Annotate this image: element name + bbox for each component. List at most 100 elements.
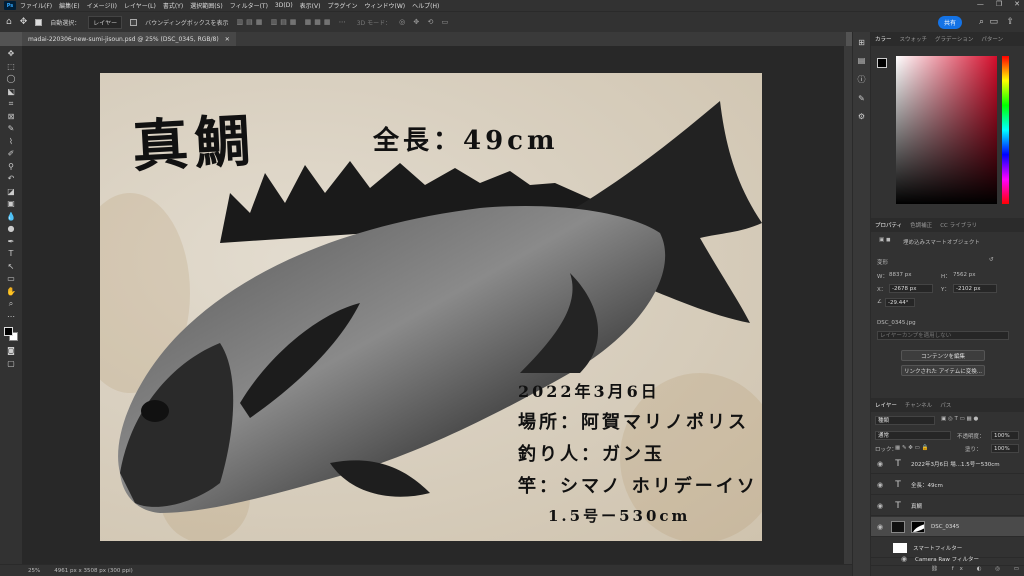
lock-icons[interactable]: ▦ ✎ ✥ ▭ 🔒 [895,445,928,451]
hand-icon[interactable]: ✋ [6,286,16,299]
info-panel-icon[interactable]: ⓘ [858,74,866,85]
opacity-field[interactable]: 100% [991,431,1019,440]
menu-window[interactable]: ウィンドウ(W) [364,1,405,10]
foreground-color-swatch[interactable] [4,327,13,336]
visibility-eye-icon[interactable]: ◉ [877,502,885,510]
rectangle-icon[interactable]: ▭ [7,273,15,286]
fg-color-chip[interactable] [877,58,887,68]
tab-layers[interactable]: レイヤー [875,401,897,409]
convert-linked-button[interactable]: リンクされた アイテムに変換... [901,365,985,376]
gradient-icon[interactable]: ▣ [7,198,15,211]
menu-edit[interactable]: 編集(E) [59,1,79,10]
menu-filter[interactable]: フィルター(T) [230,1,268,10]
screen-mode-icon[interactable]: ▢ [7,358,15,371]
search-icon[interactable]: ⌕ [979,17,984,27]
crop-icon[interactable]: ⌗ [9,98,14,111]
menu-3d[interactable]: 3D(D) [275,2,293,9]
width-value[interactable]: 8837 px [889,272,912,278]
layer-row[interactable]: ◉ T 全長：49cm [871,475,1024,495]
frame-icon[interactable]: ⊠ [8,111,15,124]
share-export-icon[interactable]: ⇪ [1006,17,1014,27]
menu-type[interactable]: 書式(Y) [163,1,183,10]
eyedropper-icon[interactable]: ✎ [8,123,15,136]
history-brush-icon[interactable]: ↶ [8,173,15,186]
lasso-icon[interactable]: ◯ [7,73,16,86]
bbox-checkbox[interactable] [130,18,138,26]
fill-field[interactable]: 100% [991,444,1019,453]
menu-plugins[interactable]: プラグイン [327,1,357,10]
3d-tool-icons[interactable]: ◎ ✥ ⟲ ▭ [399,18,451,26]
brush-panel-icon[interactable]: ✎ [858,94,865,103]
filter-row[interactable]: ◉ Camera Raw フィルター [871,552,1024,566]
reset-transform-icon[interactable]: ↺ [989,257,994,263]
tab-adjustments[interactable]: 色調補正 [910,221,932,229]
layer-comp-dropdown[interactable]: レイヤーカンプを適用しない [877,331,1009,340]
comments-panel-icon[interactable]: ▤ [858,56,866,65]
tab-channels[interactable]: チャンネル [905,401,932,409]
edit-contents-button[interactable]: コンテンツを編集 [901,350,985,361]
menu-view[interactable]: 表示(V) [300,1,321,10]
layer-row-selected[interactable]: ◉ DSC_0345 [871,517,1024,537]
adjust-panel-icon[interactable]: ⚙ [858,112,865,121]
visibility-eye-icon[interactable]: ◉ [877,523,885,531]
tab-gradients[interactable]: グラデーション [935,35,973,43]
filter-icons[interactable]: ▣ ◎ T ▭ ▦ ● [941,416,978,422]
hue-slider[interactable] [1002,56,1009,204]
type-icon[interactable]: T [9,248,14,261]
photoshop-logo-icon[interactable]: Ps [4,1,16,10]
height-value[interactable]: 7562 px [953,272,976,278]
menu-layer[interactable]: レイヤー(L) [124,1,156,10]
maximize-icon[interactable]: ❐ [996,0,1002,8]
workspace-icon[interactable]: ▭ [989,17,998,27]
minimize-icon[interactable]: — [977,0,984,8]
zoom-level[interactable]: 25% [28,568,40,574]
object-select-icon[interactable]: ⬕ [7,86,15,99]
visibility-eye-icon[interactable]: ◉ [901,555,909,563]
visibility-eye-icon[interactable]: ◉ [877,460,885,468]
vertical-scrollbar[interactable] [844,46,852,564]
color-swatches[interactable] [4,327,18,341]
home-icon[interactable]: ⌂ [6,17,12,27]
share-button[interactable]: 共有 [937,16,962,29]
dodge-icon[interactable]: ● [8,223,15,236]
layer-filter-dropdown[interactable]: 種類 [875,416,935,425]
layer-row[interactable]: ◉ T 真鯛 [871,496,1024,516]
blend-mode-dropdown[interactable]: 通常 [875,431,951,440]
menu-select[interactable]: 選択範囲(S) [190,1,223,10]
stamp-icon[interactable]: ⚲ [8,161,14,174]
tab-properties[interactable]: プロパティ [875,221,902,229]
tab-paths[interactable]: パス [940,401,951,409]
move-icon[interactable]: ✥ [8,48,15,61]
history-panel-icon[interactable]: ⊞ [858,38,865,47]
layer-actions-bar[interactable]: ⛓ fx ◐ ◎ ▭ ⊞ 🗑 [931,566,1024,572]
tab-swatches[interactable]: スウォッチ [900,35,928,43]
pen-icon[interactable]: ✒ [8,236,15,249]
align-icons[interactable]: ▥▤▦ ▥▤▦ ▦▦▦ ⋯ [237,18,349,26]
quick-mask-icon[interactable]: ◙ [7,345,15,358]
x-field[interactable]: -2678 px [889,284,933,293]
visibility-eye-icon[interactable]: ◉ [877,481,885,489]
tab-cc-libraries[interactable]: CC ライブラリ [940,221,977,229]
auto-select-checkbox[interactable] [35,18,43,26]
angle-field[interactable]: -29.44° [885,298,915,307]
spot-heal-icon[interactable]: ⌇ [9,136,13,149]
zoom-icon[interactable]: ⌕ [9,298,13,311]
brush-icon[interactable]: ✐ [8,148,15,161]
eraser-icon[interactable]: ◪ [7,186,15,199]
tab-color[interactable]: カラー [875,35,892,43]
close-icon[interactable]: ✕ [1014,0,1020,8]
document-tab[interactable]: madai-220306-new-sumi-jisoun.psd @ 25% (… [22,32,236,46]
color-picker-field[interactable] [896,56,997,204]
menu-image[interactable]: イメージ(I) [87,1,117,10]
path-select-icon[interactable]: ↖ [8,261,15,274]
tab-patterns[interactable]: パターン [981,35,1003,43]
more-tools-icon[interactable]: ⋯ [7,311,15,324]
marquee-icon[interactable]: ⬚ [7,61,15,74]
auto-select-target-dropdown[interactable]: レイヤー [88,15,123,29]
close-tab-icon[interactable]: ✕ [225,36,230,43]
blur-icon[interactable]: 💧 [6,211,16,224]
layer-row[interactable]: ◉ T 2022年3月6日 場...1.5号ー530cm [871,454,1024,474]
y-field[interactable]: -2102 px [953,284,997,293]
menu-file[interactable]: ファイル(F) [20,1,52,10]
move-tool-icon[interactable]: ✥ [20,17,28,27]
